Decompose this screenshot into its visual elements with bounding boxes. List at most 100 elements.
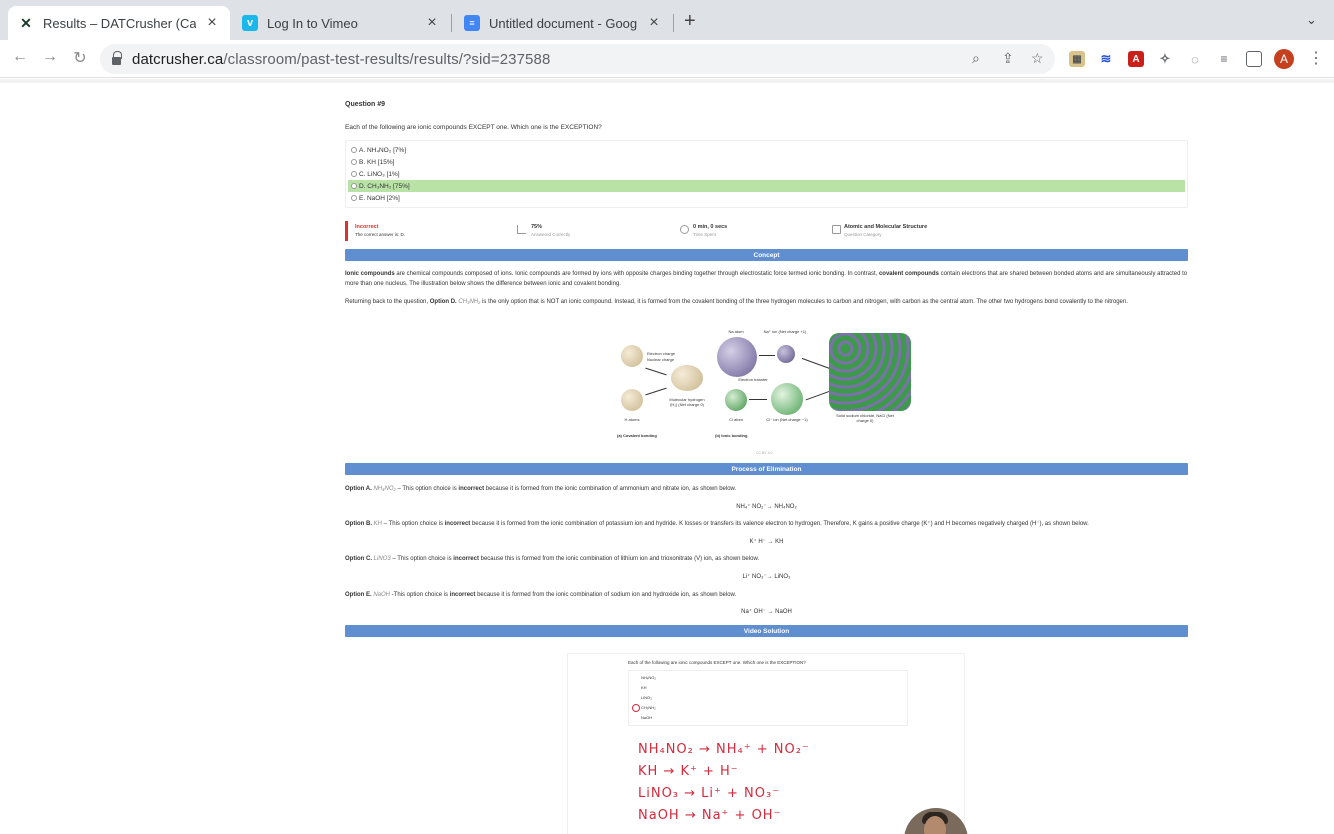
option-ref: Option B. (345, 521, 372, 527)
option-ref: Option A. (345, 486, 372, 492)
option-label: D. CH₃NH₂ [75%] (359, 182, 410, 190)
url-path: /classroom/past-test-results/results/?si… (223, 50, 551, 68)
handwritten-line: NaOH → Na⁺ + OH⁻ (638, 808, 782, 823)
radio-icon[interactable] (351, 183, 357, 189)
text: because it is formed from the ionic comb… (475, 592, 737, 598)
option-a[interactable]: A. NH₄NO₂ [7%] (348, 144, 1185, 156)
correct-answer-text: The correct answer is: D. (355, 232, 406, 237)
text: are chemical compounds composed of ions.… (394, 271, 879, 277)
cl-ion (771, 383, 803, 415)
concept-paragraph-1: Ionic compounds are chemical compounds c… (345, 269, 1188, 289)
tab-datcrusher[interactable]: ✕ Results – DATCrusher (Canada × (8, 6, 230, 40)
na-ion (777, 345, 795, 363)
h-atoms-label: H atoms (624, 417, 640, 422)
close-tab-icon[interactable]: × (646, 14, 662, 32)
acrobat-extension-icon[interactable]: A (1128, 51, 1144, 67)
nacl-crystal (829, 333, 911, 411)
clock-icon (680, 225, 689, 234)
radio-icon[interactable] (351, 171, 357, 177)
video-question-text: Each of the following are ionic compound… (628, 660, 806, 665)
option-ref: Option E. (345, 592, 372, 598)
percent-label: Answered Correctly (531, 232, 571, 237)
bar-chart-icon (517, 225, 526, 234)
option-ref: Option D. (429, 299, 457, 305)
incorrect-word: incorrect (458, 486, 485, 492)
video-option: NaOH (641, 715, 653, 720)
text: is the only option that is NOT an ionic … (480, 299, 1128, 305)
elimination-option-a: Option A. NH₄NO₂ – This option choice is… (345, 484, 1188, 494)
text: -This option choice is (390, 592, 450, 598)
tab-vimeo[interactable]: v Log In to Vimeo × (232, 6, 450, 40)
close-tab-icon[interactable]: × (204, 14, 220, 32)
tab-separator (673, 14, 674, 32)
lock-icon (112, 51, 122, 65)
video-option: NH₄NO₂ (641, 675, 656, 680)
incorrect-word: incorrect (444, 521, 471, 527)
option-b[interactable]: B. KH [15%] (348, 156, 1185, 168)
option-d-correct[interactable]: D. CH₃NH₂ [75%] (348, 180, 1185, 192)
arrow (645, 367, 667, 376)
option-c[interactable]: C. LiNO₃ [1%] (348, 168, 1185, 180)
formula: LiNO3 (372, 556, 391, 562)
tab-separator (451, 14, 452, 32)
sync-extension-icon[interactable]: ◌ (1187, 51, 1203, 67)
calculator-extension-icon[interactable]: ▦ (1069, 51, 1085, 67)
wave-extension-icon[interactable]: ≋ (1098, 51, 1114, 67)
tab-strip: ✕ Results – DATCrusher (Canada × v Log I… (0, 0, 1334, 40)
close-tab-icon[interactable]: × (424, 14, 440, 32)
concept-header: Concept (345, 249, 1188, 261)
formula: KH (372, 521, 383, 527)
tab-title: Untitled document - Google Do (489, 15, 638, 31)
new-tab-icon[interactable]: + (684, 10, 696, 33)
zoom-icon[interactable]: ⌕ (972, 50, 980, 67)
electron-charge-label: Electron charge (647, 351, 676, 356)
ionic-caption: (b) Ionic bonding (715, 433, 748, 438)
address-bar[interactable]: datcrusher.ca/classroom/past-test-result… (100, 44, 1055, 74)
video-player[interactable]: Each of the following are ionic compound… (567, 653, 968, 834)
browser-toolbar: ← → ↻ datcrusher.ca/classroom/past-test-… (0, 40, 1334, 78)
radio-icon[interactable] (351, 195, 357, 201)
category-label: Question Category (844, 232, 882, 237)
cl-atom-label: Cl atom (729, 417, 743, 422)
radio-icon[interactable] (351, 159, 357, 165)
forward-arrow-icon[interactable]: → (40, 48, 60, 66)
text: Returning back to the question, (345, 299, 430, 305)
text: – This option choice is (395, 486, 459, 492)
na-ion-label: Na⁺ ion (Net charge +1) (763, 329, 807, 334)
tab-google-docs[interactable]: ≡ Untitled document - Google Do × (454, 6, 672, 40)
side-panel-icon[interactable] (1246, 51, 1262, 67)
bonding-illustration: Electron charge Nuclear charge Molecular… (615, 325, 935, 455)
media-controls-icon[interactable]: ≡ (1216, 51, 1232, 67)
video-options-box: NH₄NO₂ KH LiNO₃ CH₃NH₂ NaOH (628, 670, 908, 726)
back-arrow-icon[interactable]: ← (10, 48, 30, 66)
incorrect-indicator (345, 221, 348, 241)
puzzle-extensions-icon[interactable]: ✧ (1157, 51, 1173, 67)
text: – This option choice is (390, 556, 454, 562)
radio-icon[interactable] (351, 147, 357, 153)
chevron-down-icon[interactable]: ⌄ (1306, 12, 1317, 28)
text: because this is formed from the ionic co… (478, 556, 760, 562)
option-e[interactable]: E. NaOH [2%] (348, 192, 1185, 204)
video-option: KH (641, 685, 647, 690)
video-header: Video Solution (345, 625, 1188, 637)
na-atom-label: Na atom (728, 329, 744, 334)
video-option: LiNO₃ (641, 695, 652, 700)
equation-e: Na⁺ OH⁻ → NaOH (741, 609, 792, 615)
category-stat: Atomic and Molecular Structure Question … (844, 224, 927, 237)
bookmark-star-icon[interactable]: ☆ (1031, 50, 1044, 67)
option-ref: Option C. (345, 556, 372, 562)
formula: NH₄NO₂ (371, 486, 396, 492)
datcrusher-favicon-icon: ✕ (20, 14, 32, 31)
reload-icon[interactable]: ↻ (70, 48, 90, 68)
presenter-webcam (904, 808, 968, 834)
avatar[interactable]: A (1274, 49, 1294, 69)
more-menu-icon[interactable]: ⋮ (1308, 48, 1324, 68)
h-atom-top (621, 345, 643, 367)
text: – This option choice is (382, 521, 445, 527)
share-icon[interactable]: ⇪ (1002, 50, 1014, 67)
image-credit: CC BY 4.0 (756, 451, 773, 455)
formula: CH₃NH₂ (456, 299, 481, 305)
h-atom-bottom (621, 389, 643, 411)
answer-options: A. NH₄NO₂ [7%] B. KH [15%] C. LiNO₃ [1%]… (345, 140, 1188, 208)
percent-stat: 75% Answered Correctly (531, 224, 570, 237)
